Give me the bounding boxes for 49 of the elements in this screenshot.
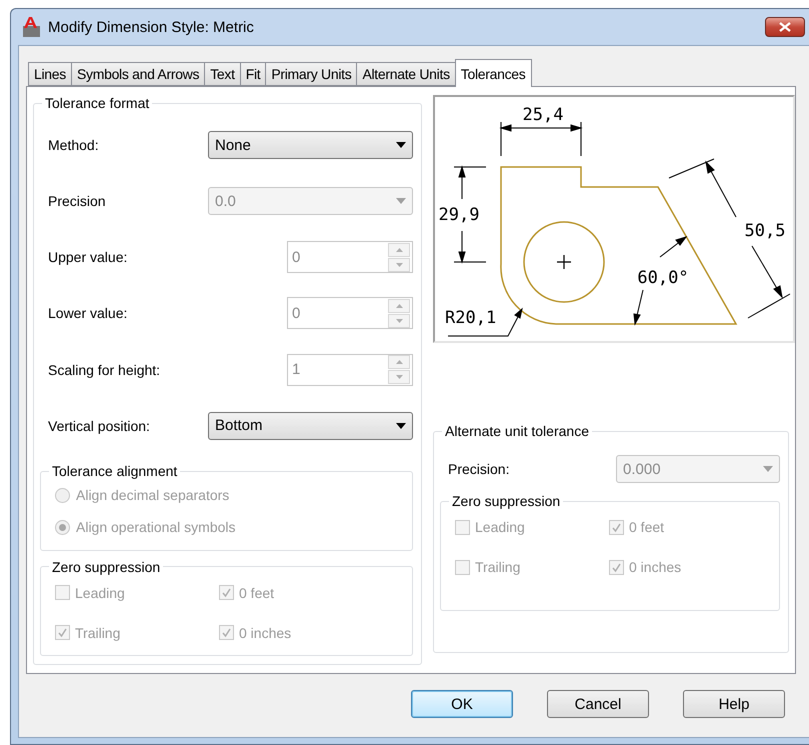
dropdown-arrow-icon bbox=[396, 198, 406, 204]
up-arrow-icon bbox=[396, 248, 402, 252]
up-arrow-icon bbox=[396, 360, 402, 364]
app-logo-icon bbox=[20, 16, 42, 38]
dialog-button[interactable]: Cancel bbox=[547, 690, 649, 718]
window-title: Modify Dimension Style: Metric bbox=[48, 18, 255, 36]
close-icon bbox=[779, 22, 791, 32]
checkmark-icon bbox=[221, 587, 232, 598]
dropdown[interactable]: Bottom bbox=[208, 412, 413, 440]
group-title: Zero suppression bbox=[51, 558, 162, 575]
field-label: Scaling for height: bbox=[48, 362, 160, 378]
group-title: Alternate unit tolerance bbox=[444, 423, 590, 439]
dropdown-arrow-icon bbox=[763, 466, 773, 472]
field-label: Vertical position: bbox=[48, 418, 150, 434]
checkmark-icon bbox=[611, 522, 622, 532]
dropdown-arrow-icon bbox=[396, 422, 406, 429]
dropdown[interactable]: None bbox=[208, 131, 413, 160]
down-arrow-icon bbox=[396, 375, 402, 380]
tab[interactable]: Tolerances bbox=[454, 59, 532, 87]
field-label: Precision: bbox=[448, 461, 510, 477]
dimension-label: 25,4 bbox=[522, 105, 564, 125]
checkmark-icon bbox=[221, 627, 232, 638]
dimension-label: R20,1 bbox=[445, 308, 496, 328]
down-arrow-icon bbox=[396, 262, 402, 267]
field-label: Lower value: bbox=[48, 305, 128, 322]
tab[interactable]: Alternate Units bbox=[356, 62, 456, 86]
tab[interactable]: Symbols and Arrows bbox=[70, 62, 206, 86]
field-label: Precision bbox=[48, 193, 106, 210]
close-button[interactable] bbox=[765, 17, 805, 37]
tab[interactable]: Lines bbox=[28, 62, 72, 86]
field-label: Method: bbox=[48, 137, 99, 154]
group-title: Tolerance format bbox=[44, 95, 150, 111]
dialog-button[interactable]: Help bbox=[683, 690, 785, 718]
checkmark-icon bbox=[57, 627, 68, 638]
up-arrow-icon bbox=[396, 304, 402, 308]
dimension-label: 29,9 bbox=[438, 205, 480, 225]
group-title: Zero suppression bbox=[451, 493, 562, 509]
tab[interactable]: Fit bbox=[240, 62, 266, 86]
dropdown-arrow-icon bbox=[396, 142, 406, 148]
dimension-label: 50,5 bbox=[744, 221, 786, 241]
checkmark-icon bbox=[611, 562, 622, 572]
center-mark-icon bbox=[556, 254, 572, 270]
down-arrow-icon bbox=[396, 318, 402, 323]
tab[interactable]: Primary Units bbox=[265, 62, 358, 86]
field-label: Upper value: bbox=[48, 249, 128, 266]
tab[interactable]: Text bbox=[204, 62, 241, 86]
dialog-button[interactable]: OK bbox=[411, 690, 513, 718]
group-title: Tolerance alignment bbox=[51, 463, 178, 480]
dimension-label: 60,0° bbox=[637, 268, 689, 288]
